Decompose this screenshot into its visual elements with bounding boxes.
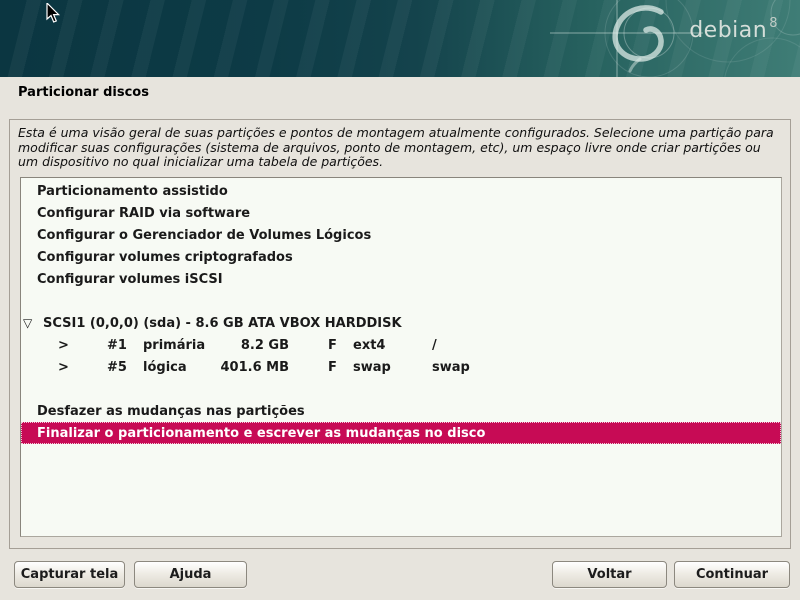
list-item-disk[interactable]: ▽ SCSI1 (0,0,0) (sda) - 8.6 GB ATA VBOX … [21,312,781,334]
list-spacer-row [21,290,781,312]
list-item-label: Desfazer as mudanças nas partições [37,404,305,419]
partition-number: #5 [107,356,127,378]
partition-filesystem: ext4 [353,334,385,356]
partition-arrow-icon: > [58,356,69,378]
partition-number: #1 [107,334,127,356]
list-item-label: Finalizar o particionamento e escrever a… [37,426,485,441]
debian-swirl-logo [0,0,800,77]
list-item-configure-raid[interactable]: Configurar RAID via software [21,202,781,224]
list-item-label: Configurar volumes iSCSI [37,272,223,287]
list-item-guided-partitioning[interactable]: Particionamento assistido [21,180,781,202]
list-item-configure-iscsi[interactable]: Configurar volumes iSCSI [21,268,781,290]
page-title: Particionar discos [18,85,149,100]
expander-triangle-icon[interactable]: ▽ [23,312,32,334]
list-item-label: Configurar o Gerenciador de Volumes Lógi… [37,228,371,243]
screenshot-button[interactable]: Capturar tela [14,561,125,588]
list-item-configure-crypto[interactable]: Configurar volumes criptografados [21,246,781,268]
help-button[interactable]: Ajuda [134,561,247,588]
partition-mountpoint: / [432,334,437,356]
header-banner: debian8 [0,0,800,77]
partition-mountpoint: swap [432,356,470,378]
partition-size: 8.2 GB [171,334,289,356]
list-item-configure-lvm[interactable]: Configurar o Gerenciador de Volumes Lógi… [21,224,781,246]
list-item-label: Particionamento assistido [37,184,228,199]
brand-version: 8 [769,16,778,31]
continue-button[interactable]: Continuar [674,561,790,588]
list-spacer-row [21,378,781,400]
back-button[interactable]: Voltar [552,561,667,588]
partition-flag: F [328,356,337,378]
partition-list-rows: Particionamento assistido Configurar RAI… [21,180,781,444]
list-item-label: Configurar RAID via software [37,206,250,221]
page-description: Esta é uma visão geral de suas partições… [18,126,775,170]
list-item-partition-1[interactable]: > #1 primária 8.2 GB F ext4 / [21,334,781,356]
partition-filesystem: swap [353,356,391,378]
partition-flag: F [328,334,337,356]
brand-name: debian [689,18,767,43]
partition-list: Particionamento assistido Configurar RAI… [20,177,782,537]
list-item-undo-changes[interactable]: Desfazer as mudanças nas partições [21,400,781,422]
installer-window: debian8 Particionar discos Esta é uma vi… [0,0,800,600]
list-item-finish-partitioning[interactable]: Finalizar o particionamento e escrever a… [21,422,781,444]
disk-label: SCSI1 (0,0,0) (sda) - 8.6 GB ATA VBOX HA… [43,312,402,334]
partition-size: 401.6 MB [171,356,289,378]
mouse-cursor [46,3,62,25]
partition-arrow-icon: > [58,334,69,356]
list-item-partition-5[interactable]: > #5 lógica 401.6 MB F swap swap [21,356,781,378]
list-item-label: Configurar volumes criptografados [37,250,293,265]
brand-wordmark: debian8 [689,18,778,43]
